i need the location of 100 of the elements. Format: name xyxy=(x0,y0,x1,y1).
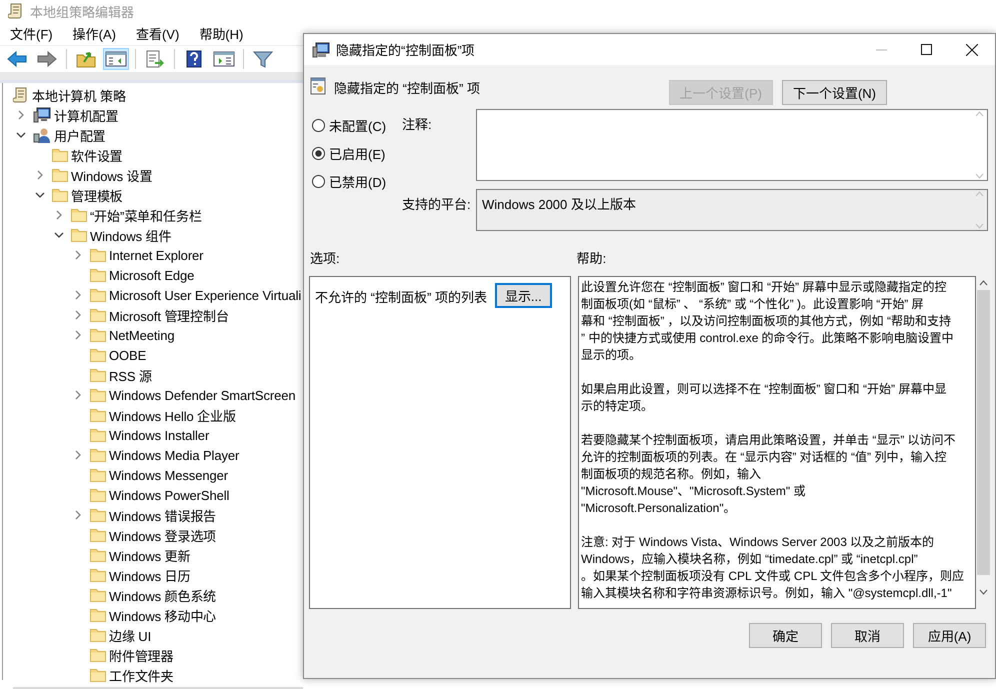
properties-pane-icon[interactable] xyxy=(213,50,235,68)
tree-item[interactable]: NetMeeting xyxy=(109,328,174,342)
comment-field[interactable] xyxy=(476,109,988,181)
menu-item[interactable]: 帮助(H) xyxy=(193,24,252,43)
help-text: Windows，应输入模块名称，例如 “timedate.cpl” 或 “inetcpl.cpl” xyxy=(581,551,919,568)
folder-icon xyxy=(90,408,106,422)
tree-item[interactable]: Microsoft Edge xyxy=(109,268,194,282)
folder-icon xyxy=(90,648,106,662)
tree-item[interactable]: 软件设置 xyxy=(71,146,123,164)
tree-item[interactable]: Windows 组件 xyxy=(90,226,172,244)
expand-chevron-icon[interactable] xyxy=(35,170,45,180)
dialog-button[interactable]: 应用(A) xyxy=(913,623,986,648)
tree-item[interactable]: Windows 移动中心 xyxy=(109,606,216,624)
tree-item[interactable]: 工作文件夹 xyxy=(109,666,174,684)
folder-icon xyxy=(90,588,106,602)
tree-item[interactable]: Windows 更新 xyxy=(109,546,190,564)
platform-text: Windows 2000 及以上版本 xyxy=(482,197,636,212)
tree-item[interactable]: 附件管理器 xyxy=(109,646,174,664)
help-text: 显示的项。 xyxy=(581,347,642,364)
menu-item[interactable]: 操作(A) xyxy=(66,24,124,43)
back-arrow-icon[interactable] xyxy=(6,50,28,68)
nav-button[interactable]: 下一个设置(N) xyxy=(782,80,887,105)
expand-chevron-icon[interactable] xyxy=(54,210,64,220)
dialog-button[interactable]: 确定 xyxy=(749,623,822,648)
folder-icon xyxy=(90,468,106,482)
menu-item[interactable]: 文件(F) xyxy=(4,24,61,43)
tree-item[interactable]: 计算机配置 xyxy=(54,106,119,124)
help-text: ” 中的快捷方式或使用 control.exe 的命令行。此策略不影响电脑设置中 xyxy=(581,330,955,347)
expand-chevron-icon[interactable] xyxy=(73,390,83,400)
tree-item[interactable]: 边缘 UI xyxy=(109,626,152,644)
scroll-down-icon xyxy=(974,223,984,229)
tree-item[interactable]: Windows Defender SmartScreen xyxy=(109,388,296,402)
folder-icon xyxy=(90,328,106,342)
dialog-button[interactable]: 取消 xyxy=(831,623,904,648)
folder-icon xyxy=(90,548,106,562)
help-text: 注意: 对于 Windows Vista、Windows Server 2003 以及之前版本的 xyxy=(581,534,936,551)
expand-chevron-icon[interactable] xyxy=(73,250,83,260)
computer-icon xyxy=(312,42,330,58)
radio-button[interactable] xyxy=(312,175,325,188)
tree-item[interactable]: OOBE xyxy=(109,348,146,362)
radio-label[interactable]: 已禁用(D) xyxy=(329,172,386,191)
scroll-icon xyxy=(13,87,29,103)
tree-item[interactable]: Windows 登录选项 xyxy=(109,526,216,544)
tree-item[interactable]: Windows Messenger xyxy=(109,468,228,482)
collapse-chevron-icon[interactable] xyxy=(35,190,45,200)
tree-item[interactable]: Internet Explorer xyxy=(109,248,204,262)
platform-label: 支持的平台: xyxy=(402,196,472,214)
expand-chevron-icon[interactable] xyxy=(73,290,83,300)
radio-label[interactable]: 未配置(C) xyxy=(329,116,386,135)
tree-item[interactable]: 管理模板 xyxy=(71,186,123,204)
radio-button[interactable] xyxy=(312,147,325,160)
computer-icon xyxy=(33,107,51,123)
tree-item[interactable]: Windows 颜色系统 xyxy=(109,586,216,604)
tree-item[interactable]: Windows 日历 xyxy=(109,566,190,584)
export-list-icon[interactable] xyxy=(145,50,165,68)
help-text: 如果启用此设置，则可以选择不在 “控制面板” 窗口和 “开始” 屏幕中显 xyxy=(581,381,948,398)
folder-icon xyxy=(90,488,106,502)
tree-item[interactable]: Windows Hello 企业版 xyxy=(109,406,236,424)
tree-item[interactable]: RSS 源 xyxy=(109,366,152,384)
tree-item[interactable]: Microsoft User Experience Virtuali xyxy=(109,288,302,302)
tree-item[interactable]: Windows 设置 xyxy=(71,166,152,184)
expand-chevron-icon[interactable] xyxy=(73,450,83,460)
expand-chevron-icon[interactable] xyxy=(73,330,83,340)
show-button[interactable]: 显示... xyxy=(494,283,552,308)
help-text: 若要隐藏某个控制面板项，请启用此策略设置，并单击 “显示” 以访问不 xyxy=(581,432,957,449)
tree-item[interactable]: Windows PowerShell xyxy=(109,488,230,502)
help-text: "Microsoft.Mouse"、"Microsoft.System" 或 xyxy=(581,483,806,500)
folder-icon xyxy=(90,628,106,642)
folder-icon xyxy=(90,388,106,402)
tree-item[interactable]: 本地计算机 策略 xyxy=(32,86,126,104)
scroll-icon xyxy=(8,3,24,19)
tree-pane-icon[interactable] xyxy=(105,50,127,68)
help-text: 制面板项的规范名称。例如，输入 xyxy=(581,466,762,483)
close-icon[interactable] xyxy=(966,44,978,56)
radio-button[interactable] xyxy=(312,119,325,132)
folder-icon xyxy=(52,188,68,202)
expand-chevron-icon[interactable] xyxy=(16,110,26,120)
user-icon xyxy=(33,127,51,143)
option-label: 不允许的 “控制面板” 项的列表 xyxy=(315,289,487,306)
window-title: 隐藏指定的“控制面板”项 xyxy=(336,42,475,59)
maximize-icon[interactable] xyxy=(921,44,932,54)
tree-item[interactable]: Windows 错误报告 xyxy=(109,506,216,524)
menu-item[interactable]: 查看(V) xyxy=(130,24,188,43)
help-text: 制面板项(如 “鼠标” 、 “系统” 或 “个性化” )。此设置影响 “开始” 屏 xyxy=(581,296,925,313)
help-icon[interactable] xyxy=(186,50,202,68)
tree-item[interactable]: Microsoft 管理控制台 xyxy=(109,306,229,324)
tree-item[interactable]: “开始”菜单和任务栏 xyxy=(90,206,202,224)
scroll-down-icon xyxy=(978,589,988,595)
tree-item[interactable]: 用户配置 xyxy=(54,126,106,144)
scroll-up-icon xyxy=(974,111,984,117)
filter-icon[interactable] xyxy=(253,50,273,68)
folder-up-icon[interactable] xyxy=(76,50,96,68)
tree-item[interactable]: Windows Media Player xyxy=(109,448,240,462)
forward-arrow-icon[interactable] xyxy=(36,50,58,68)
collapse-chevron-icon[interactable] xyxy=(16,130,26,140)
tree-item[interactable]: Windows Installer xyxy=(109,428,210,442)
expand-chevron-icon[interactable] xyxy=(73,510,83,520)
expand-chevron-icon[interactable] xyxy=(73,310,83,320)
collapse-chevron-icon[interactable] xyxy=(54,230,64,240)
radio-label[interactable]: 已启用(E) xyxy=(329,144,386,163)
